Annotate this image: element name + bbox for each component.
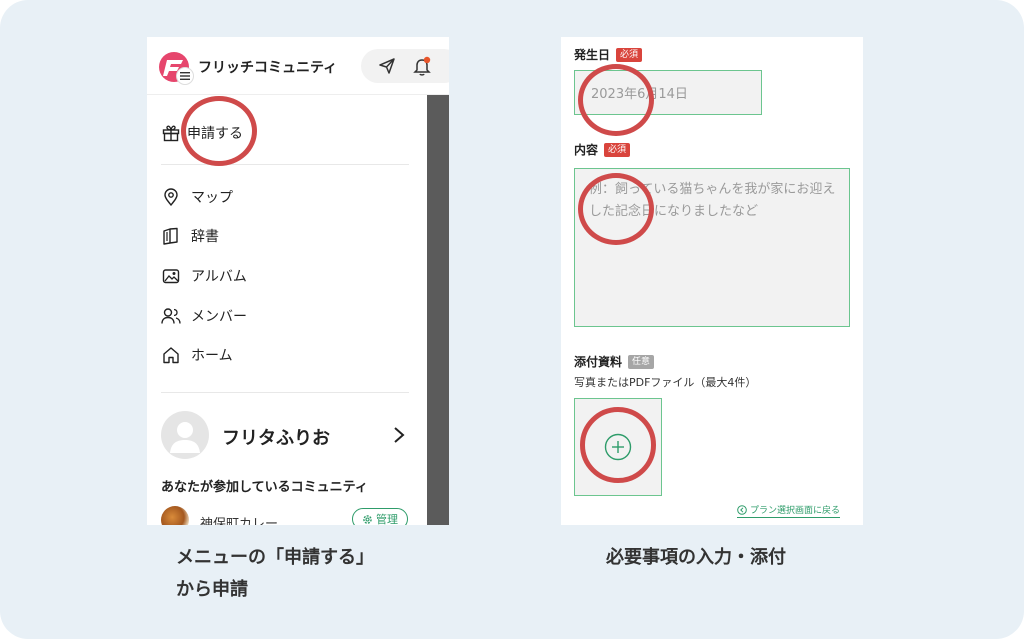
menu-item-label: メンバー xyxy=(191,309,247,325)
community-name: フリッチコミュニティ xyxy=(198,60,338,76)
menu-item-album[interactable]: アルバム xyxy=(161,264,247,288)
joined-communities-title: あなたが参加しているコミュニティ xyxy=(161,480,368,495)
menu-item-label: ホーム xyxy=(191,348,233,364)
menu-item-label: 辞書 xyxy=(191,229,219,245)
profile-name[interactable]: フリタふりお xyxy=(222,424,330,450)
home-icon xyxy=(161,345,181,365)
chevron-left-circle-icon xyxy=(737,504,747,515)
menu-item-home[interactable]: ホーム xyxy=(161,343,233,367)
attachment-note: 写真またはPDFファイル（最大4件） xyxy=(574,376,757,389)
map-pin-icon xyxy=(161,187,181,207)
bell-icon[interactable] xyxy=(413,56,431,76)
attachment-label-text: 添付資料 xyxy=(574,355,623,369)
hamburger-icon[interactable] xyxy=(176,67,194,85)
content-label: 内容 必須 xyxy=(574,141,631,158)
menu-item-label: マップ xyxy=(191,190,233,206)
manage-button[interactable]: 管理 xyxy=(352,508,408,525)
community-thumbnail[interactable] xyxy=(161,506,189,525)
menu-header: フリッチコミュニティ xyxy=(147,37,449,95)
back-to-plan-link[interactable]: プラン選択画面に戻る xyxy=(737,503,841,518)
required-badge: 必須 xyxy=(604,142,631,157)
caption-left-line2: から申請 xyxy=(176,579,248,600)
date-label-text: 発生日 xyxy=(574,48,611,62)
highlight-circle xyxy=(578,64,654,136)
back-link-label: プラン選択画面に戻る xyxy=(750,506,841,516)
highlight-circle xyxy=(578,173,654,245)
menu-item-dictionary[interactable]: 辞書 xyxy=(161,224,219,248)
members-icon xyxy=(161,306,181,326)
required-badge: 必須 xyxy=(616,47,643,62)
date-label: 発生日 必須 xyxy=(574,46,643,63)
highlight-circle xyxy=(181,96,257,166)
header-actions xyxy=(361,49,449,83)
album-icon xyxy=(161,266,181,286)
community-list-item[interactable]: 神保町カレー xyxy=(200,513,278,525)
caption-left-line1: メニューの「申請する」 xyxy=(176,547,374,568)
avatar[interactable] xyxy=(161,411,209,459)
manage-button-label: 管理 xyxy=(376,513,398,525)
page-overlay xyxy=(427,95,449,525)
book-icon xyxy=(161,226,181,246)
chevron-right-icon[interactable] xyxy=(393,426,405,444)
menu-item-map[interactable]: マップ xyxy=(161,185,233,209)
optional-badge: 任意 xyxy=(628,354,655,369)
menu-item-label: アルバム xyxy=(191,269,247,285)
attachment-label: 添付資料 任意 xyxy=(574,353,655,370)
caption-right: 必要事項の入力・添付 xyxy=(606,547,786,568)
highlight-circle xyxy=(580,407,656,483)
content-label-text: 内容 xyxy=(574,143,599,157)
gear-icon xyxy=(363,514,372,524)
menu-divider xyxy=(161,164,409,165)
gift-icon xyxy=(161,123,181,143)
menu-item-members[interactable]: メンバー xyxy=(161,304,247,328)
menu-divider xyxy=(161,392,409,393)
send-icon[interactable] xyxy=(378,57,396,75)
